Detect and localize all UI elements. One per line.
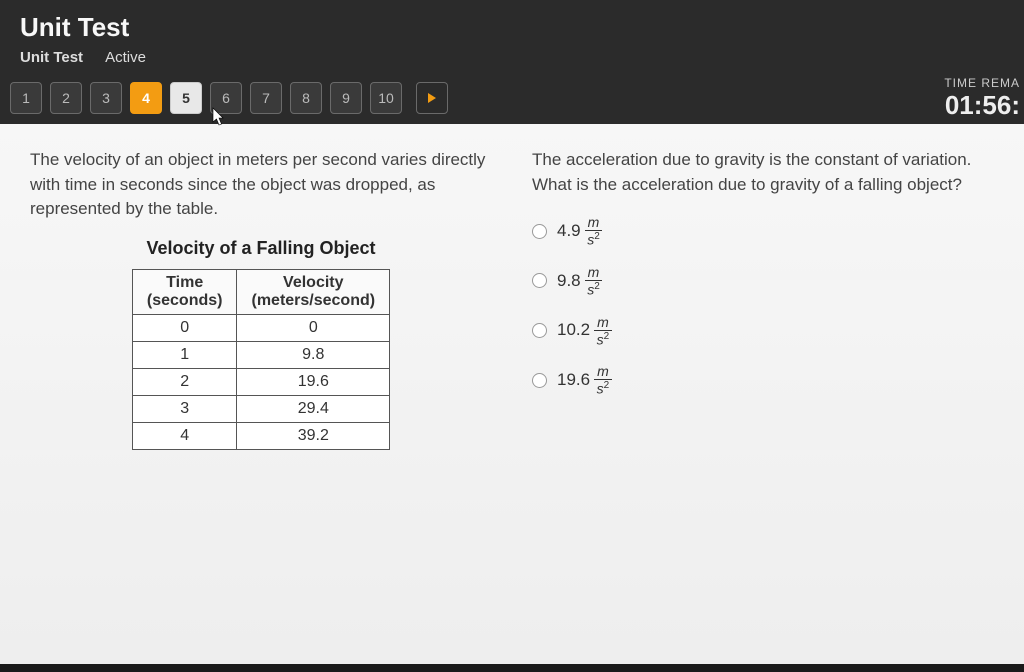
question-nav-3[interactable]: 3 bbox=[90, 82, 122, 114]
table-row: 19.8 bbox=[132, 341, 389, 368]
status-label: Active bbox=[105, 49, 146, 66]
answer-option-4[interactable]: 19.6ms2 bbox=[532, 364, 994, 396]
col-header-time: Time (seconds) bbox=[132, 269, 237, 314]
question-prompt-left: The velocity of an object in meters per … bbox=[30, 148, 492, 222]
question-nav-4[interactable]: 4 bbox=[130, 82, 162, 114]
left-column: The velocity of an object in meters per … bbox=[30, 148, 492, 640]
page-title: Unit Test bbox=[20, 12, 1004, 43]
question-prompt-right: The acceleration due to gravity is the c… bbox=[532, 148, 994, 197]
table-title: Velocity of a Falling Object bbox=[30, 238, 492, 259]
answer-option-2[interactable]: 9.8ms2 bbox=[532, 265, 994, 297]
question-nav-2[interactable]: 2 bbox=[50, 82, 82, 114]
question-nav-1[interactable]: 1 bbox=[10, 82, 42, 114]
question-nav-10[interactable]: 10 bbox=[370, 82, 402, 114]
table-row: 439.2 bbox=[132, 422, 389, 449]
radio-icon[interactable] bbox=[532, 224, 547, 239]
next-button[interactable] bbox=[416, 82, 448, 114]
option-label: 10.2ms2 bbox=[557, 315, 612, 347]
col-header-velocity: Velocity (meters/second) bbox=[237, 269, 390, 314]
question-nav-8[interactable]: 8 bbox=[290, 82, 322, 114]
data-table: Time (seconds) Velocity (meters/second) … bbox=[132, 269, 390, 450]
radio-icon[interactable] bbox=[532, 373, 547, 388]
option-label: 19.6ms2 bbox=[557, 364, 612, 396]
question-content: The velocity of an object in meters per … bbox=[0, 124, 1024, 664]
question-nav-9[interactable]: 9 bbox=[330, 82, 362, 114]
radio-icon[interactable] bbox=[532, 323, 547, 338]
timer: TIME REMA 01:56: bbox=[944, 76, 1024, 121]
header: Unit Test Unit Test Active bbox=[0, 0, 1024, 76]
right-column: The acceleration due to gravity is the c… bbox=[532, 148, 994, 640]
timer-label: TIME REMA bbox=[944, 76, 1020, 90]
timer-value: 01:56: bbox=[944, 90, 1020, 121]
question-nav-6[interactable]: 6 bbox=[210, 82, 242, 114]
radio-icon[interactable] bbox=[532, 273, 547, 288]
question-nav-5[interactable]: 5 bbox=[170, 82, 202, 114]
question-nav: 12345678910 TIME REMA 01:56: bbox=[0, 76, 1024, 124]
option-label: 9.8ms2 bbox=[557, 265, 602, 297]
table-row: 219.6 bbox=[132, 368, 389, 395]
table-row: 00 bbox=[132, 314, 389, 341]
answer-option-1[interactable]: 4.9ms2 bbox=[532, 215, 994, 247]
answer-option-3[interactable]: 10.2ms2 bbox=[532, 315, 994, 347]
option-label: 4.9ms2 bbox=[557, 215, 602, 247]
table-row: 329.4 bbox=[132, 395, 389, 422]
breadcrumb-section: Unit Test bbox=[20, 49, 83, 66]
question-nav-7[interactable]: 7 bbox=[250, 82, 282, 114]
breadcrumb: Unit Test Active bbox=[20, 49, 1004, 76]
answer-options: 4.9ms2 9.8ms2 10.2ms2 19.6ms2 bbox=[532, 215, 994, 396]
